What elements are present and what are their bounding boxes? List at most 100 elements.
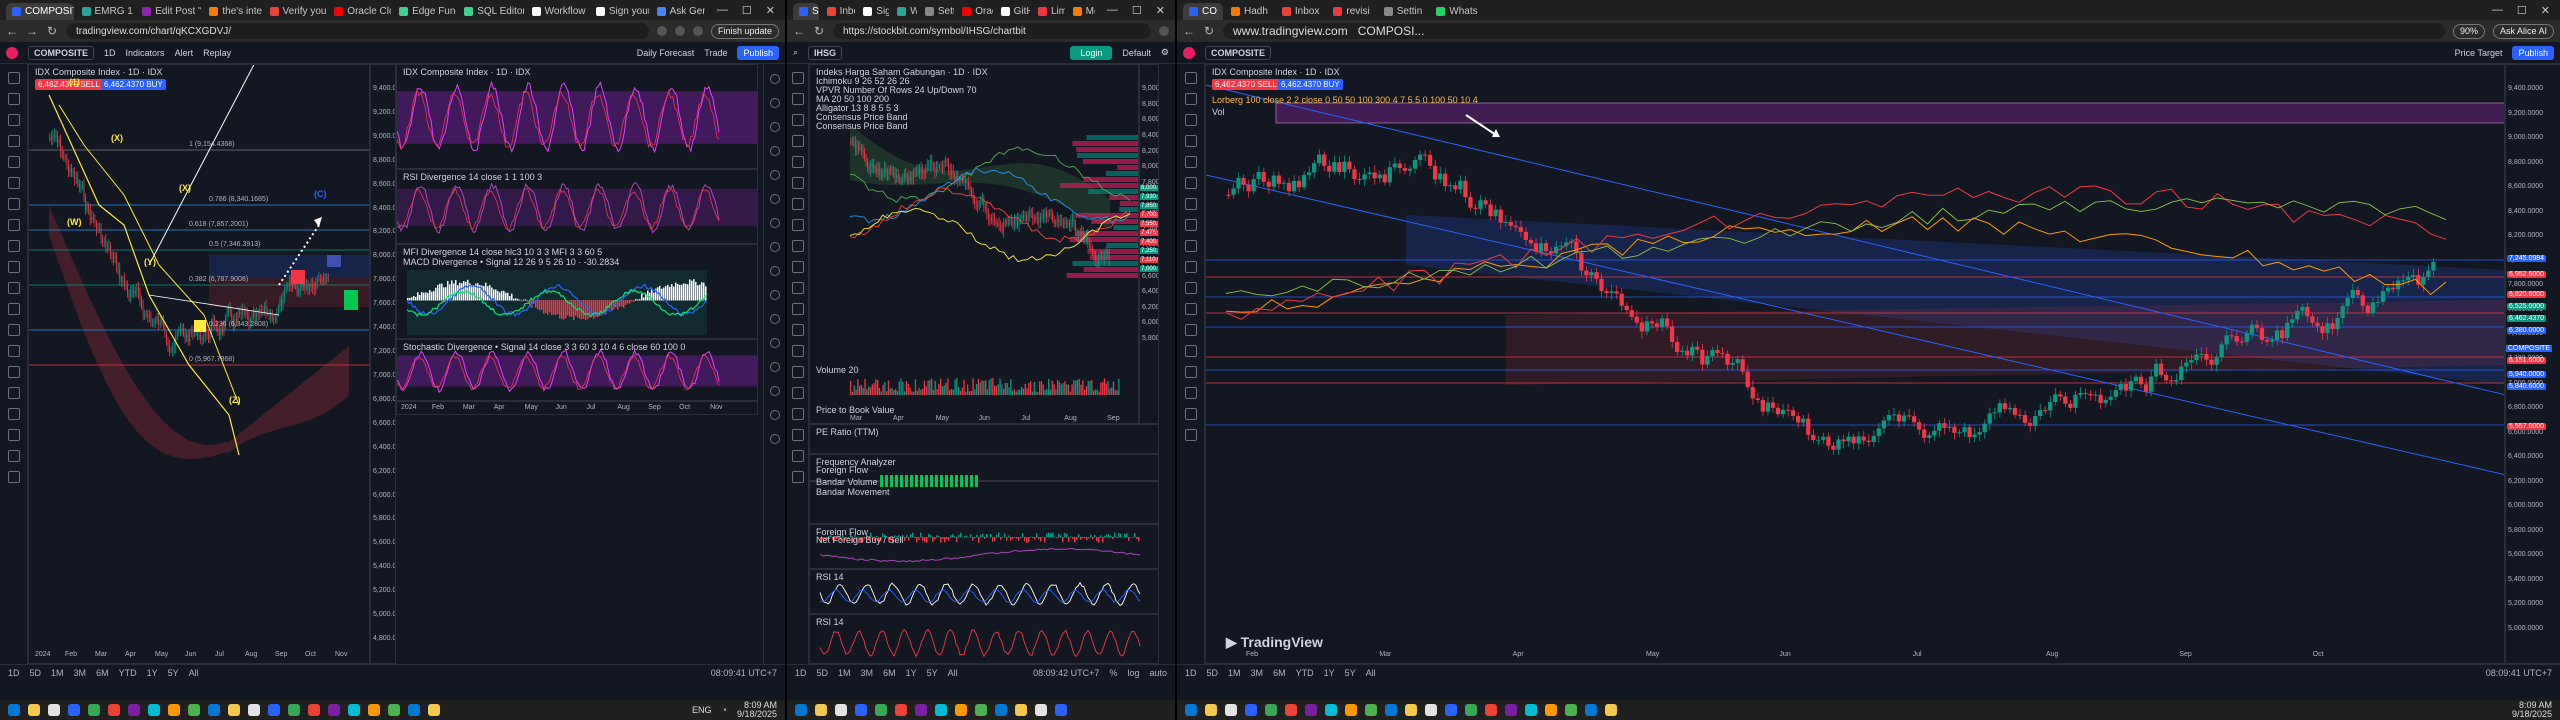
drawing-tool-icon[interactable] bbox=[1184, 366, 1197, 378]
reload-icon[interactable]: ↻ bbox=[813, 24, 825, 38]
taskbar-app-icon[interactable] bbox=[1325, 704, 1337, 716]
taskbar-app-icon[interactable] bbox=[308, 704, 320, 716]
browser-tab[interactable]: the's internet bbox=[203, 3, 262, 20]
taskbar-app-icon[interactable] bbox=[428, 704, 440, 716]
drawing-tool-icon[interactable] bbox=[1184, 282, 1197, 294]
clock-date[interactable]: 9/18/2025 bbox=[737, 709, 777, 719]
drawing-tool-icon[interactable] bbox=[7, 240, 20, 252]
reload-icon[interactable]: ↻ bbox=[1203, 24, 1215, 38]
timeframe-4[interactable]: 6M bbox=[883, 668, 896, 678]
taskbar-app-icon[interactable] bbox=[328, 704, 340, 716]
drawing-tool-icon[interactable] bbox=[7, 408, 20, 420]
taskbar-app-icon[interactable] bbox=[1385, 704, 1397, 716]
clock-date[interactable]: 9/18/2025 bbox=[2512, 709, 2552, 719]
symbol-search[interactable]: COMPOSITE bbox=[28, 45, 95, 60]
drawing-tool-icon[interactable] bbox=[791, 135, 804, 147]
taskbar-app-icon[interactable] bbox=[915, 704, 927, 716]
back-icon[interactable]: ← bbox=[793, 24, 805, 38]
drawing-tool-icon[interactable] bbox=[7, 198, 20, 210]
browser-tab[interactable]: Orach bbox=[956, 3, 993, 20]
interval-button[interactable]: 1D bbox=[104, 48, 116, 58]
browser-tab[interactable]: CO bbox=[1183, 3, 1223, 20]
trade-button[interactable]: Trade bbox=[704, 48, 727, 58]
drawing-tool-icon[interactable] bbox=[1184, 261, 1197, 273]
timeframe-2[interactable]: 1M bbox=[1228, 668, 1241, 678]
replay-button[interactable]: Replay bbox=[203, 48, 231, 58]
timeframe-7[interactable]: 5Y bbox=[168, 668, 179, 678]
drawing-tool-icon[interactable] bbox=[791, 72, 804, 84]
symbol-search[interactable]: COMPOSITE bbox=[1205, 45, 1272, 60]
drawing-tool-icon[interactable] bbox=[7, 177, 20, 189]
drawing-tool-icon[interactable] bbox=[791, 429, 804, 441]
browser-tab[interactable]: Me bbox=[1067, 3, 1095, 20]
browser-tab[interactable]: Edge Function bbox=[393, 3, 456, 20]
taskbar-app-icon[interactable] bbox=[168, 704, 180, 716]
drawing-tool-icon[interactable] bbox=[791, 324, 804, 336]
maximize-icon[interactable]: ☐ bbox=[742, 4, 752, 17]
drawing-tool-icon[interactable] bbox=[7, 156, 20, 168]
timeframe-6[interactable]: 5Y bbox=[927, 668, 938, 678]
timeframe-2[interactable]: 1M bbox=[838, 668, 851, 678]
taskbar-app-icon[interactable] bbox=[815, 704, 827, 716]
drawing-tool-icon[interactable] bbox=[791, 303, 804, 315]
timeframe-5[interactable]: YTD bbox=[1296, 668, 1314, 678]
main-chart[interactable]: IDX Composite Index · 1D · IDX 6,462.437… bbox=[28, 64, 370, 664]
widget-icon[interactable] bbox=[769, 98, 780, 108]
timeframe-7[interactable]: 5Y bbox=[1345, 668, 1356, 678]
widget-icon[interactable] bbox=[769, 410, 780, 420]
rsi-pane[interactable]: RSI Divergence 14 close 1 1 100 3 bbox=[396, 169, 758, 244]
browser-tab[interactable]: Hadh bbox=[1225, 3, 1274, 20]
drawing-tool-icon[interactable] bbox=[1184, 345, 1197, 357]
drawing-tool-icon[interactable] bbox=[791, 408, 804, 420]
drawing-tool-icon[interactable] bbox=[1184, 387, 1197, 399]
stoch-rsi-pane[interactable]: IDX Composite Index · 1D · IDX bbox=[396, 64, 758, 169]
drawing-tool-icon[interactable] bbox=[7, 303, 20, 315]
browser-tab[interactable]: St bbox=[793, 3, 819, 20]
stockbit-price-axis[interactable]: 9,000.000 8,800.000 8,600.000 8,400.000 8,20… bbox=[1139, 64, 1159, 424]
extension-icon[interactable] bbox=[674, 26, 685, 36]
drawing-tool-icon[interactable] bbox=[1184, 303, 1197, 315]
browser-tab[interactable]: Sign yourself bbox=[590, 3, 649, 20]
symbol-search[interactable]: IHSG bbox=[808, 45, 843, 60]
widget-icon[interactable] bbox=[769, 218, 780, 228]
drawing-tool-icon[interactable] bbox=[1184, 408, 1197, 420]
taskbar-app-icon[interactable] bbox=[1565, 704, 1577, 716]
widget-icon[interactable] bbox=[769, 314, 780, 324]
drawing-tool-icon[interactable] bbox=[1184, 72, 1197, 84]
browser-tab[interactable]: Verify your em bbox=[264, 3, 326, 20]
drawing-tool-icon[interactable] bbox=[7, 114, 20, 126]
taskbar-app-icon[interactable] bbox=[1285, 704, 1297, 716]
widget-icon[interactable] bbox=[769, 242, 780, 252]
browser-tab[interactable]: Ask Gemini bbox=[651, 3, 705, 20]
taskbar-app-icon[interactable] bbox=[1605, 704, 1617, 716]
drawing-tool-icon[interactable] bbox=[7, 261, 20, 273]
drawing-tool-icon[interactable] bbox=[7, 72, 20, 84]
browser-tab[interactable]: Edit Post "Dark bbox=[136, 3, 201, 20]
extension-icon[interactable] bbox=[692, 26, 703, 36]
taskbar-app-icon[interactable] bbox=[1445, 704, 1457, 716]
main-price-axis[interactable]: 9,400.0000 9,200.0000 9,000.0000 8,800.0000… bbox=[2505, 64, 2560, 664]
taskbar-app-icon[interactable] bbox=[1035, 704, 1047, 716]
taskbar-app-icon[interactable] bbox=[268, 704, 280, 716]
widget-icon[interactable] bbox=[769, 338, 780, 348]
widget-icon[interactable] bbox=[769, 362, 780, 372]
taskbar-app-icon[interactable] bbox=[248, 704, 260, 716]
close-icon[interactable]: ✕ bbox=[766, 4, 775, 17]
drawing-tool-icon[interactable] bbox=[791, 114, 804, 126]
taskbar-app-icon[interactable] bbox=[935, 704, 947, 716]
stochastic-pane[interactable]: Stochastic Divergence • Signal 14 close … bbox=[396, 339, 758, 401]
drawing-tool-icon[interactable] bbox=[7, 366, 20, 378]
browser-tab[interactable]: Inbox bbox=[821, 3, 855, 20]
finish-update-button[interactable]: Finish update bbox=[710, 23, 779, 39]
drawing-tool-icon[interactable] bbox=[791, 366, 804, 378]
taskbar-app-icon[interactable] bbox=[955, 704, 967, 716]
frequency-pane[interactable]: Frequency Analyzer Foreign Flow Bandar V… bbox=[809, 454, 1159, 524]
drawing-tool-icon[interactable] bbox=[7, 387, 20, 399]
widget-icon[interactable] bbox=[769, 266, 780, 276]
taskbar-app-icon[interactable] bbox=[1505, 704, 1517, 716]
indicators-button[interactable]: Indicators bbox=[126, 48, 165, 58]
ask-ai-button[interactable]: Ask Alice AI bbox=[2492, 23, 2554, 39]
buy-button[interactable]: 6,462.4370 BUY bbox=[1278, 79, 1343, 90]
back-icon[interactable]: ← bbox=[6, 24, 18, 38]
drawing-tool-icon[interactable] bbox=[7, 324, 20, 336]
